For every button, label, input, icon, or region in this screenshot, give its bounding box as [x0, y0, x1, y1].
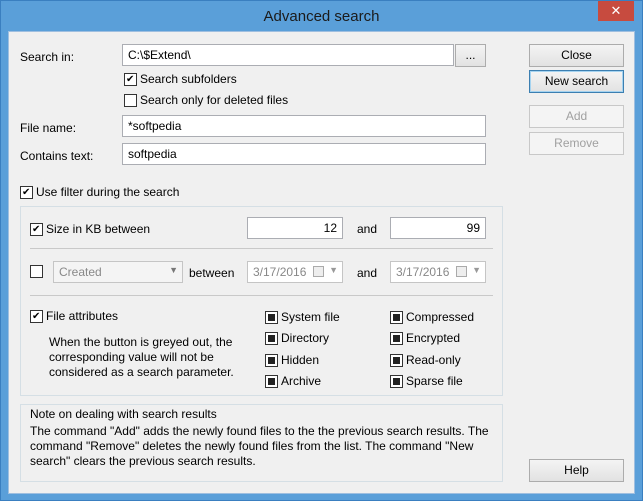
results-note-heading: Note on dealing with search results: [30, 407, 217, 421]
date-type-dropdown[interactable]: Created ▼: [53, 261, 183, 283]
attr-compressed-checkbox[interactable]: [390, 311, 403, 324]
calendar-icon: [456, 266, 467, 277]
new-search-button[interactable]: New search: [529, 70, 624, 93]
date-type-value: Created: [59, 265, 102, 279]
filter-separator-2: [30, 295, 493, 296]
date-between-label: between: [189, 266, 235, 280]
search-in-input[interactable]: C:\$Extend\: [122, 44, 454, 66]
attr-read-only-checkbox[interactable]: [390, 354, 403, 367]
attr-encrypted-label: Encrypted: [406, 331, 461, 345]
file-name-input[interactable]: *softpedia: [122, 115, 486, 137]
browse-button[interactable]: ...: [455, 44, 486, 67]
date-from-value: 3/17/2016: [253, 265, 307, 279]
attr-directory-checkbox[interactable]: [265, 332, 278, 345]
deleted-only-checkbox[interactable]: [124, 94, 137, 107]
attr-encrypted-checkbox[interactable]: [390, 332, 403, 345]
filter-separator-1: [30, 248, 493, 249]
attr-archive-checkbox[interactable]: [265, 375, 278, 388]
use-filter-checkbox[interactable]: [20, 186, 33, 199]
title-bar[interactable]: Advanced search ✕: [1, 1, 642, 31]
attr-system-file-checkbox[interactable]: [265, 311, 278, 324]
chevron-down-icon: ▼: [329, 265, 338, 275]
date-to-picker[interactable]: 3/17/2016 ▼: [390, 261, 486, 283]
remove-button[interactable]: Remove: [529, 132, 624, 155]
chevron-down-icon: ▼: [169, 265, 178, 275]
size-min-input[interactable]: 12: [247, 217, 343, 239]
contains-text-label: Contains text:: [20, 149, 94, 163]
file-name-label: File name:: [20, 121, 77, 135]
file-attributes-note: When the button is greyed out, the corre…: [49, 335, 234, 379]
size-and-label: and: [357, 222, 378, 236]
date-from-picker[interactable]: 3/17/2016 ▼: [247, 261, 343, 283]
attr-hidden-checkbox[interactable]: [265, 354, 278, 367]
dialog-body: Search in: C:\$Extend\ ... Search subfol…: [8, 31, 635, 494]
close-button[interactable]: Close: [529, 44, 624, 67]
add-button[interactable]: Add: [529, 105, 624, 128]
attr-directory-label: Directory: [281, 331, 330, 345]
search-subfolders-label: Search subfolders: [140, 72, 237, 86]
size-filter-checkbox[interactable]: [30, 223, 43, 236]
attr-read-only-label: Read-only: [406, 353, 461, 367]
advanced-search-window: Advanced search ✕ Search in: C:\$Extend\…: [0, 0, 643, 501]
deleted-only-label: Search only for deleted files: [140, 93, 289, 107]
attr-sparse-file-label: Sparse file: [406, 374, 463, 388]
search-in-label: Search in:: [20, 50, 75, 64]
attr-system-file-label: System file: [281, 310, 340, 324]
contains-text-input[interactable]: softpedia: [122, 143, 486, 165]
calendar-icon: [313, 266, 324, 277]
chevron-down-icon: ▼: [472, 265, 481, 275]
attr-hidden-label: Hidden: [281, 353, 320, 367]
help-button[interactable]: Help: [529, 459, 624, 482]
attr-compressed-label: Compressed: [406, 310, 475, 324]
attr-archive-label: Archive: [281, 374, 322, 388]
size-filter-label: Size in KB between: [46, 222, 151, 236]
results-note-body: The command "Add" adds the newly found f…: [30, 424, 489, 468]
date-and-label: and: [357, 266, 378, 280]
date-filter-checkbox[interactable]: [30, 265, 43, 278]
window-title: Advanced search: [263, 8, 380, 25]
date-to-value: 3/17/2016: [396, 265, 450, 279]
file-attributes-label: File attributes: [46, 309, 119, 323]
close-window-icon[interactable]: ✕: [598, 1, 634, 21]
file-attributes-checkbox[interactable]: [30, 310, 43, 323]
size-max-input[interactable]: 99: [390, 217, 486, 239]
search-subfolders-checkbox[interactable]: [124, 73, 137, 86]
attr-sparse-file-checkbox[interactable]: [390, 375, 403, 388]
use-filter-label: Use filter during the search: [36, 185, 180, 199]
